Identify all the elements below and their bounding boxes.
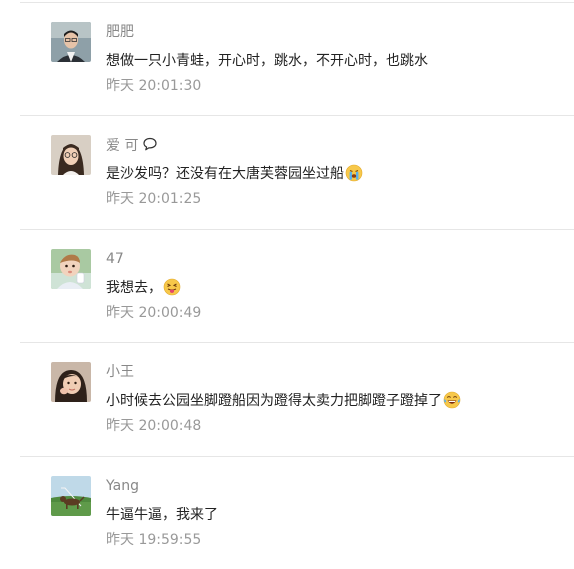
comment-item: 爱 可 是沙发吗？还没有在大唐芙蓉园坐过船 昨天 20:01:25 xyxy=(20,115,574,228)
avatar[interactable] xyxy=(51,22,91,62)
nickname[interactable]: 47 xyxy=(106,250,124,268)
man-with-glasses-avatar xyxy=(51,22,91,62)
comment-text-content: 小时候去公园坐脚蹬船因为蹬得太卖力把脚蹬子蹬掉了 xyxy=(106,393,442,409)
comment-item: Yang 牛逼牛逼，我来了 昨天 19:59:55 xyxy=(20,456,574,569)
comment-time: 昨天 20:00:48 xyxy=(106,418,202,434)
nickname-text[interactable]: 爱 可 xyxy=(106,138,138,154)
nickname-text[interactable]: 肥肥 xyxy=(106,24,134,40)
baby-avatar xyxy=(51,249,91,289)
laughing-tears-emoji xyxy=(443,391,461,409)
tongue-out-emoji xyxy=(163,278,181,296)
comment-time: 昨天 20:01:25 xyxy=(106,191,202,207)
comment-text-content: 想做一只小青蛙，开心时，跳水，不开心时，也跳水 xyxy=(106,53,428,69)
avatar[interactable] xyxy=(51,249,91,289)
comment-text: 我想去， xyxy=(106,278,181,298)
comment-text: 是沙发吗？还没有在大唐芙蓉园坐过船 xyxy=(106,164,363,184)
nickname[interactable]: Yang xyxy=(106,477,139,495)
avatar[interactable] xyxy=(51,135,91,175)
nickname-text[interactable]: 47 xyxy=(106,251,124,267)
avatar[interactable] xyxy=(51,362,91,402)
comment-item: 肥肥 想做一只小青蛙，开心时，跳水，不开心时，也跳水 昨天 20:01:30 xyxy=(20,2,574,115)
child-avatar xyxy=(51,362,91,402)
comment-text-content: 牛逼牛逼，我来了 xyxy=(106,507,218,523)
comment-item: 小王 小时候去公园坐脚蹬船因为蹬得太卖力把脚蹬子蹬掉了 昨天 20:00:48 xyxy=(20,342,574,455)
comment-text-content: 是沙发吗？还没有在大唐芙蓉园坐过船 xyxy=(106,166,344,182)
dog-on-field-avatar xyxy=(51,476,91,516)
crying-face-emoji xyxy=(345,164,363,182)
nickname-text[interactable]: Yang xyxy=(106,478,139,494)
woman-with-glasses-avatar xyxy=(51,135,91,175)
comment-item: 47 我想去， 昨天 20:00:49 xyxy=(20,229,574,342)
avatar[interactable] xyxy=(51,476,91,516)
nickname[interactable]: 小王 xyxy=(106,363,134,381)
nickname-text[interactable]: 小王 xyxy=(106,364,134,380)
comment-time: 昨天 19:59:55 xyxy=(106,532,202,548)
comment-text: 牛逼牛逼，我来了 xyxy=(106,505,218,525)
nickname[interactable]: 肥肥 xyxy=(106,23,134,41)
nickname[interactable]: 爱 可 xyxy=(106,136,158,157)
comment-text: 小时候去公园坐脚蹬船因为蹬得太卖力把脚蹬子蹬掉了 xyxy=(106,391,461,411)
speech-bubble-icon xyxy=(142,136,158,157)
comment-time: 昨天 20:01:30 xyxy=(106,78,202,94)
comment-time: 昨天 20:00:49 xyxy=(106,305,202,321)
comment-text: 想做一只小青蛙，开心时，跳水，不开心时，也跳水 xyxy=(106,51,428,71)
comment-text-content: 我想去， xyxy=(106,280,162,296)
